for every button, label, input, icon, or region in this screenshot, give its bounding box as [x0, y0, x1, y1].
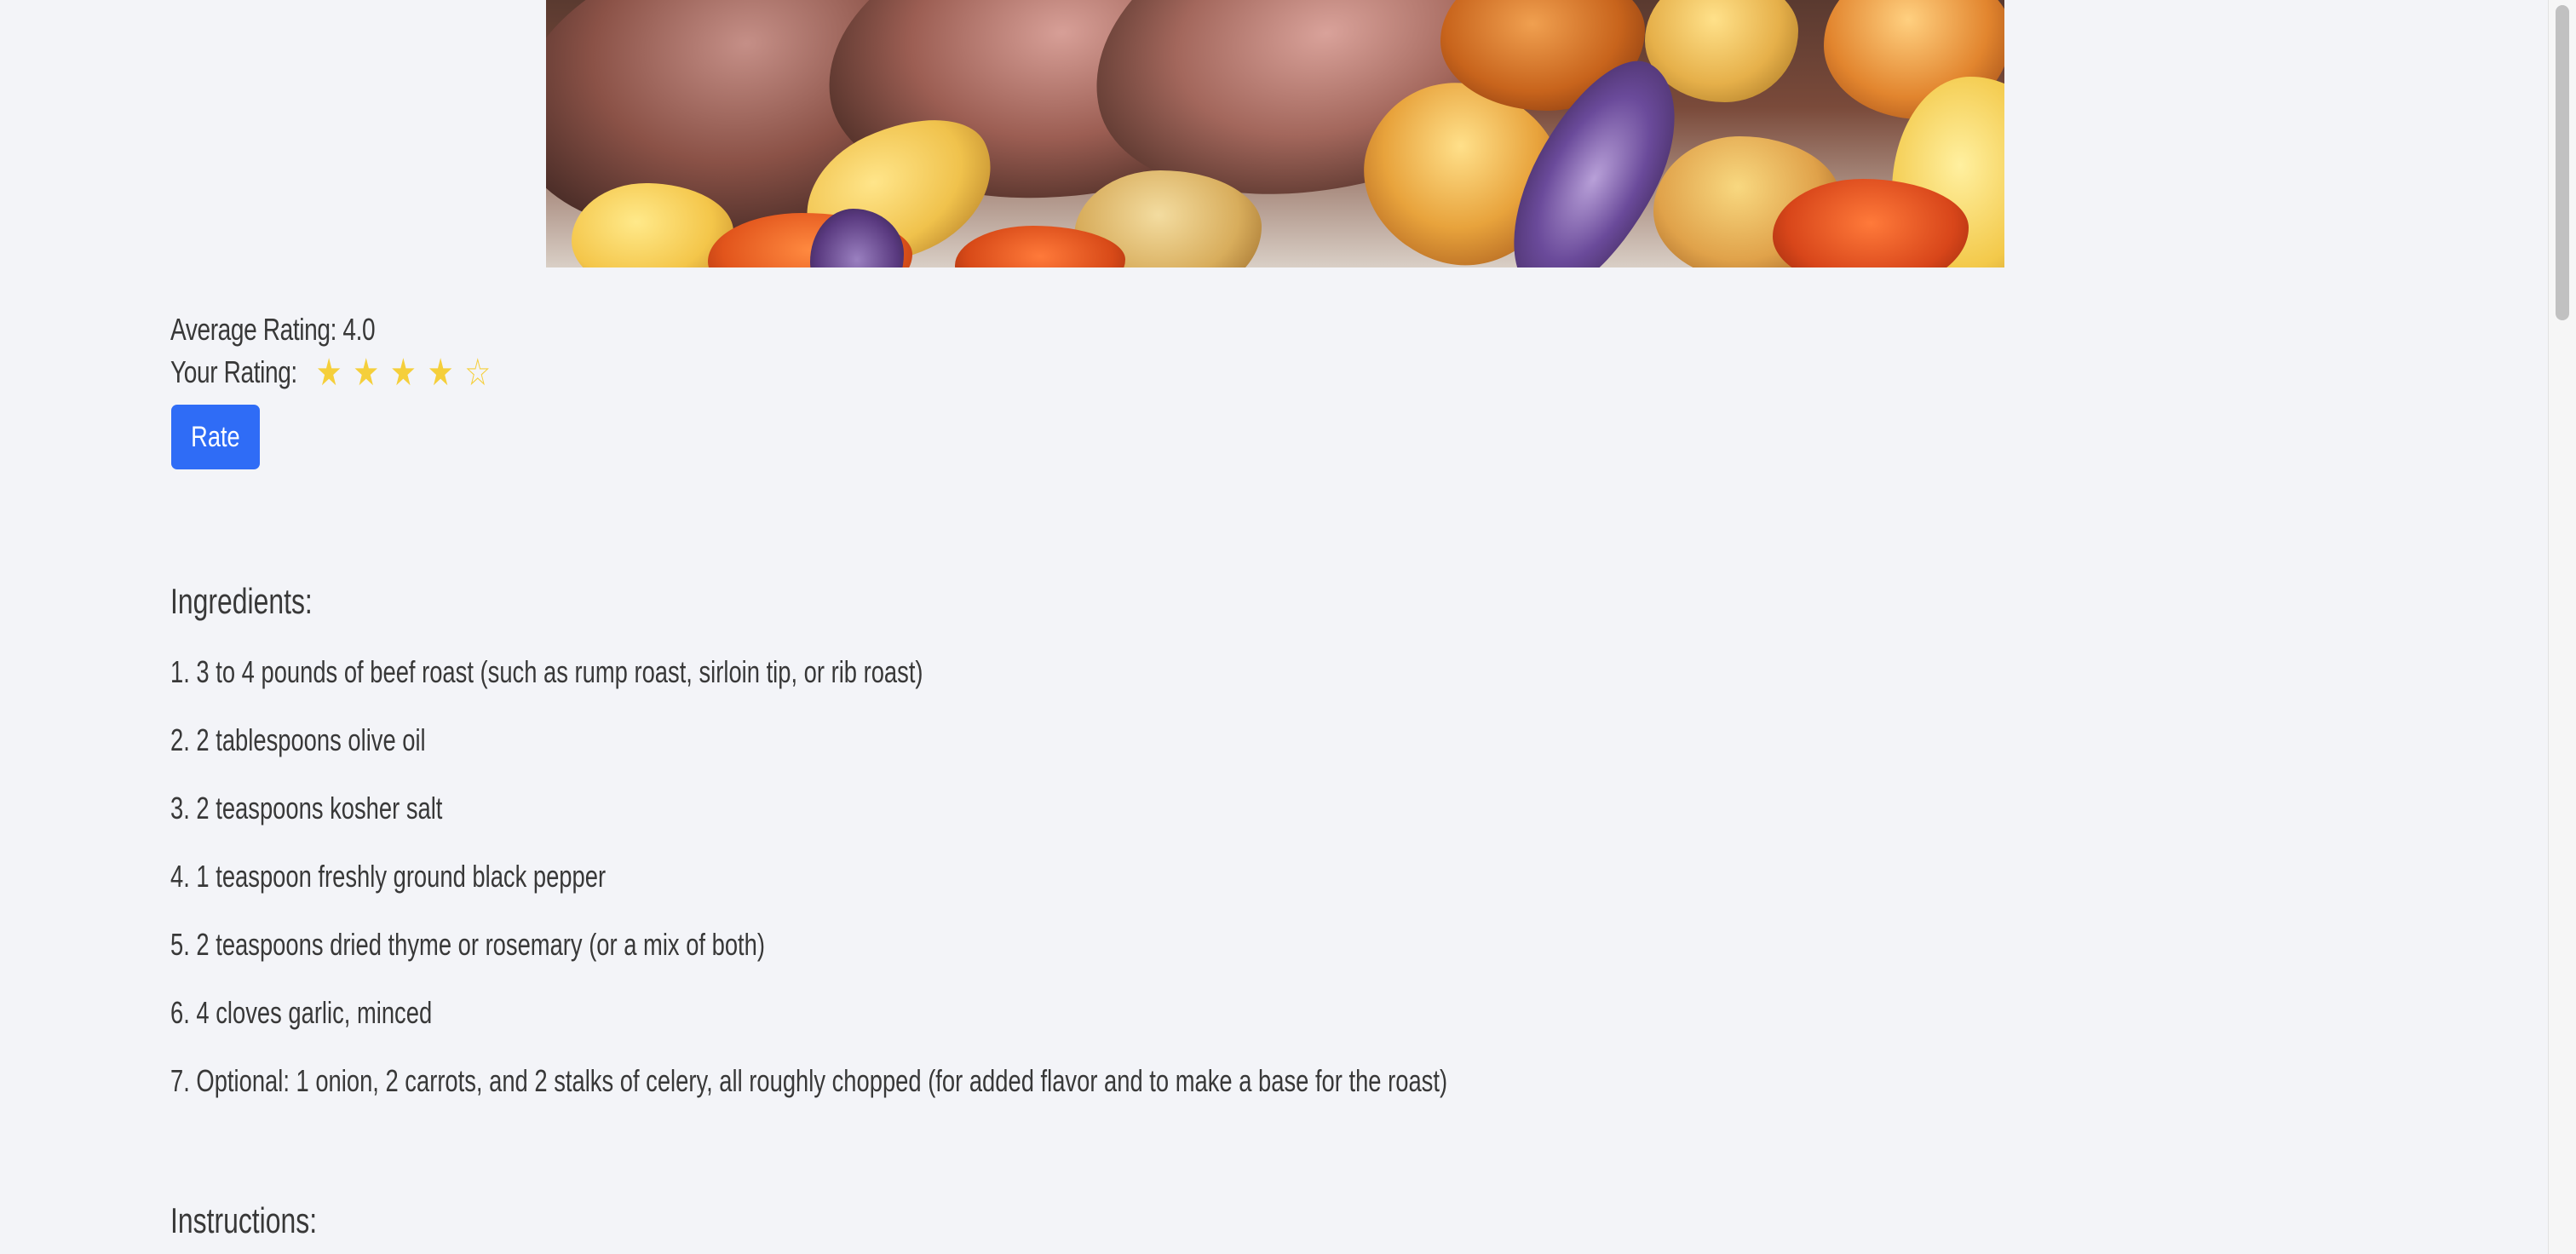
scrollbar-thumb[interactable]	[2556, 5, 2569, 320]
average-rating: Average Rating: 4.0	[170, 312, 376, 347]
star-filled-icon[interactable]: ★	[348, 352, 385, 394]
ingredient-item: 2. 2 tablespoons olive oil	[170, 722, 426, 757]
ingredient-item: 7. Optional: 1 onion, 2 carrots, and 2 s…	[170, 1063, 1448, 1098]
ingredient-item: 5. 2 teaspoons dried thyme or rosemary (…	[170, 927, 765, 962]
star-rating-input[interactable]: ★ ★ ★ ★ ☆	[310, 352, 496, 396]
ingredient-item: 1. 3 to 4 pounds of beef roast (such as …	[170, 654, 923, 689]
page-scrollbar[interactable]	[2548, 0, 2576, 1254]
recipe-page: Average Rating: 4.0 Your Rating: ★ ★ ★ ★ ☆ R…	[0, 0, 2549, 1254]
rate-button[interactable]: Rate	[171, 405, 260, 469]
your-rating-row: Your Rating: ★ ★ ★ ★ ☆	[170, 351, 496, 394]
star-empty-icon[interactable]: ☆	[459, 352, 497, 394]
ingredient-item: 4. 1 teaspoon freshly ground black peppe…	[170, 859, 607, 894]
recipe-photo	[546, 0, 2004, 267]
star-filled-icon[interactable]: ★	[310, 352, 348, 394]
your-rating-label: Your Rating:	[170, 354, 297, 389]
ingredient-item: 3. 2 teaspoons kosher salt	[170, 791, 443, 825]
ingredients-heading: Ingredients:	[170, 581, 313, 621]
ingredients-list: 1. 3 to 4 pounds of beef roast (such as …	[170, 651, 1447, 1128]
ingredient-item: 6. 4 cloves garlic, minced	[170, 995, 433, 1030]
instructions-heading: Instructions:	[170, 1200, 318, 1240]
rating-section: Average Rating: 4.0 Your Rating: ★ ★ ★ ★ ☆	[170, 308, 496, 394]
star-filled-icon[interactable]: ★	[384, 352, 422, 394]
star-filled-icon[interactable]: ★	[422, 352, 459, 394]
